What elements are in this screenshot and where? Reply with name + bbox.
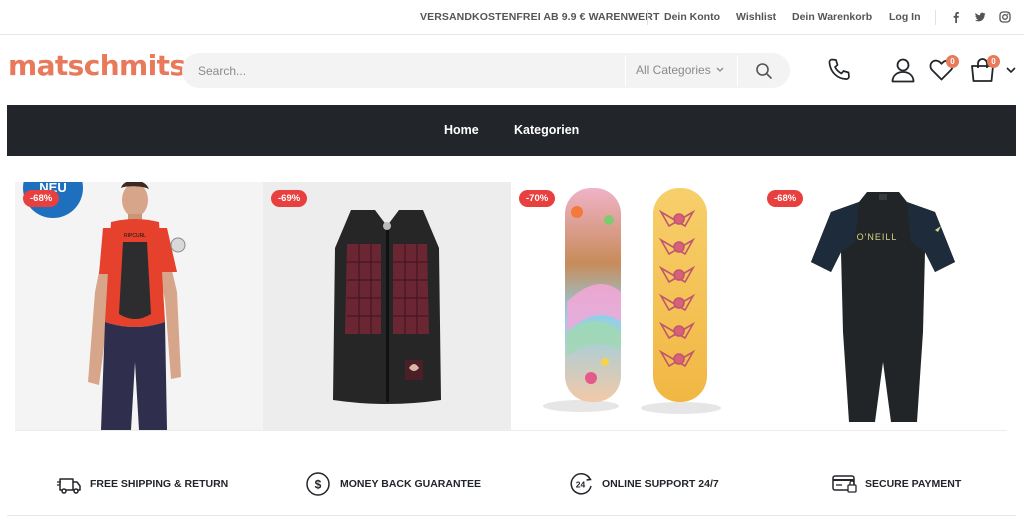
login-link[interactable]: Log In: [889, 11, 921, 23]
twitter-icon[interactable]: [974, 11, 986, 23]
divider: [15, 430, 1007, 431]
chevron-down-icon[interactable]: [1006, 67, 1016, 74]
nav-item-home[interactable]: Home: [444, 123, 479, 137]
sale-badge: -69%: [271, 190, 308, 207]
dollar-icon: $: [306, 472, 330, 496]
product-card[interactable]: -70%: [511, 182, 759, 430]
product-image: [543, 188, 721, 414]
category-select[interactable]: All Categories: [636, 63, 724, 77]
feature-secure-payment: SECURE PAYMENT: [832, 471, 972, 497]
svg-text:24: 24: [576, 480, 586, 490]
feature-label: SECURE PAYMENT: [865, 478, 962, 490]
product-grid: NEU RIPCURL -68% -69% -70% O'NEILL -68%: [15, 182, 1007, 431]
facebook-icon[interactable]: [950, 11, 962, 23]
cart-link[interactable]: Dein Warenkorb: [792, 11, 872, 23]
support-24-icon: 24: [570, 473, 592, 495]
svg-text:$: $: [315, 478, 322, 492]
instagram-icon[interactable]: [999, 11, 1011, 23]
site-logo[interactable]: matschmits: [8, 49, 186, 82]
divider: [7, 515, 1016, 516]
sale-badge: -70%: [519, 190, 556, 207]
nav-item-kategorien[interactable]: Kategorien: [514, 123, 579, 137]
truck-icon: [57, 478, 81, 494]
product-card[interactable]: -69%: [263, 182, 511, 430]
phone-icon[interactable]: [826, 57, 852, 83]
feature-label: ONLINE SUPPORT 24/7: [602, 478, 719, 490]
chevron-down-icon: [716, 67, 724, 72]
wishlist-link[interactable]: Wishlist: [736, 11, 776, 23]
feature-money-back: $ MONEY BACK GUARANTEE: [305, 471, 485, 497]
user-icon[interactable]: [890, 57, 916, 83]
card-icon: [832, 475, 857, 493]
feature-label: FREE SHIPPING & RETURN: [90, 478, 229, 490]
brand-print: RIPCURL: [124, 233, 146, 239]
sale-badge: -68%: [767, 190, 804, 207]
product-image: [333, 210, 441, 404]
main-nav: Home Kategorien: [7, 105, 1016, 156]
brand-print: O'NEILL: [857, 232, 898, 242]
search-input[interactable]: [198, 62, 618, 80]
cart-count-badge: 0: [987, 55, 1000, 68]
feature-label: MONEY BACK GUARANTEE: [340, 478, 481, 490]
search-bar: All Categories: [182, 53, 790, 88]
feature-support: 24 ONLINE SUPPORT 24/7: [568, 471, 728, 497]
sale-badge: -68%: [23, 190, 60, 207]
product-card[interactable]: O'NEILL -68%: [759, 182, 1007, 430]
feature-shipping: FREE SHIPPING & RETURN: [57, 471, 229, 497]
product-image: NEU RIPCURL: [23, 182, 186, 430]
category-label: All Categories: [636, 63, 711, 77]
product-card[interactable]: NEU RIPCURL -68%: [15, 182, 263, 430]
shipping-notice: VERSANDKOSTENFREI AB 9.9 € WARENWERT: [420, 11, 660, 23]
account-link[interactable]: Dein Konto: [664, 11, 720, 23]
search-icon[interactable]: [755, 62, 773, 80]
top-bar: VERSANDKOSTENFREI AB 9.9 € WARENWERT Dei…: [0, 0, 1024, 35]
divider: [935, 10, 936, 25]
product-image: O'NEILL: [811, 192, 955, 422]
divider: [647, 10, 648, 25]
divider: [625, 55, 626, 86]
wishlist-count-badge: 0: [946, 55, 959, 68]
divider: [737, 55, 738, 86]
